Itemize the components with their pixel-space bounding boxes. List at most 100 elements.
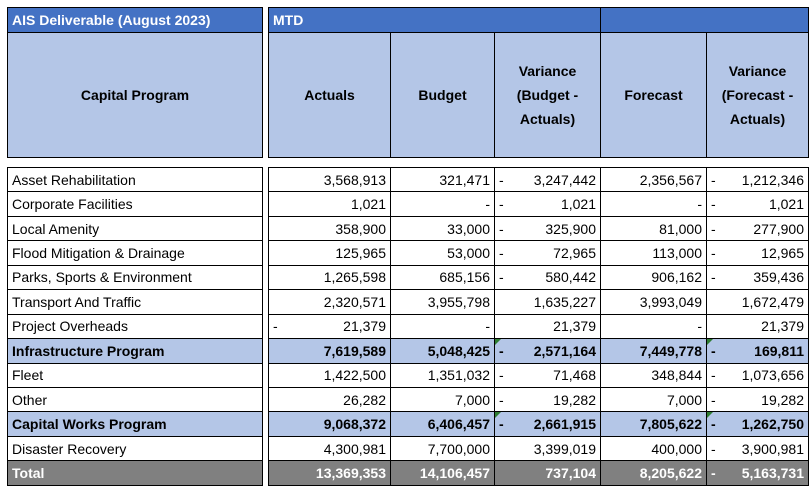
variance-forecast-cell-value: 277,900: [753, 220, 804, 237]
variance-forecast-cell: - 5,163,731: [706, 460, 809, 486]
table-row: Asset Rehabilitation 3,568,913 321,471-3,2…: [7, 166, 809, 193]
budget-cell: 1,351,032: [390, 362, 495, 388]
variance-budget-cell-value: 580,442: [545, 269, 596, 286]
variance-budget-cell-value: 72,965: [553, 245, 596, 262]
forecast-cell: 2,356,567: [600, 166, 707, 193]
budget-cell: -: [390, 313, 495, 340]
variance-budget-cell: - 580,442: [494, 264, 601, 291]
budget-cell: 3,955,798: [390, 289, 495, 315]
variance-budget-cell-value: 1,021: [560, 196, 596, 213]
budget-cell: 5,048,425: [390, 338, 495, 364]
budget-cell: 7,000: [390, 386, 495, 413]
variance-budget-cell-value: 19,282: [553, 391, 596, 408]
variance-forecast-cell: - 277,900: [706, 215, 809, 242]
variance-forecast-cell: 1,672,479: [706, 289, 809, 315]
negative-sign: -: [711, 171, 716, 188]
table-row: Flood Mitigation & Drainage 125,965 53,000…: [7, 240, 809, 266]
row-label: Corporate Facilities: [7, 191, 263, 217]
variance-forecast-cell-value: 12,965: [761, 245, 804, 262]
forecast-cell: 113,000: [600, 240, 707, 266]
budget-cell: 53,000: [390, 240, 495, 266]
variance-forecast-cell: - 1,021: [706, 191, 809, 217]
negative-sign: -: [499, 416, 504, 433]
variance-forecast-cell: - 19,282: [706, 386, 809, 413]
actuals-cell: 4,300,981: [268, 435, 391, 462]
report-title: AIS Deliverable (August 2023): [7, 7, 263, 33]
negative-sign: -: [499, 220, 504, 237]
actuals-cell: 13,369,353: [268, 460, 391, 486]
budget-cell: 321,471: [390, 166, 495, 193]
negative-sign: -: [711, 220, 716, 237]
col-capital-program: Capital Program: [7, 32, 263, 158]
forecast-cell: 906,162: [600, 264, 707, 291]
actuals-cell: 3,568,913: [268, 166, 391, 193]
negative-sign: -: [711, 391, 716, 408]
row-label: Infrastructure Program: [7, 338, 263, 364]
table-row: Other 26,282 7,000-19,282 7,000-19,282: [7, 386, 809, 413]
row-label: Asset Rehabilitation: [7, 166, 263, 193]
negative-sign: -: [499, 171, 504, 188]
variance-budget-cell: - 19,282: [494, 386, 601, 413]
variance-forecast-cell-value: 1,212,346: [741, 171, 804, 188]
negative-sign: -: [711, 342, 716, 359]
variance-forecast-cell: - 1,073,656: [706, 362, 809, 388]
negative-sign: -: [711, 464, 716, 481]
table-row: Total 13,369,353 14,106,457 737,104 8,205,62…: [7, 460, 809, 486]
data-table: Asset Rehabilitation 3,568,913 321,471-3,2…: [7, 166, 809, 486]
forecast-cell: -: [600, 191, 707, 217]
negative-sign: -: [711, 269, 716, 286]
negative-sign: -: [499, 342, 504, 359]
forecast-cell: 7,000: [600, 386, 707, 413]
variance-forecast-cell: - 169,811: [706, 338, 809, 364]
actuals-cell: 7,619,589: [268, 338, 391, 364]
negative-sign: -: [499, 269, 504, 286]
table-row: Corporate Facilities 1,021- -1,021- -1,021: [7, 191, 809, 217]
forecast-cell: 348,844: [600, 362, 707, 388]
variance-budget-cell: - 3,247,442: [494, 166, 601, 193]
row-label: Transport And Traffic: [7, 289, 263, 315]
budget-cell: 33,000: [390, 215, 495, 242]
actuals-cell: - 21,379: [268, 313, 391, 340]
variance-forecast-cell: - 1,262,750: [706, 411, 809, 437]
variance-forecast-cell: - 359,436: [706, 264, 809, 291]
variance-forecast-cell-value: 3,900,981: [741, 440, 804, 457]
table-row: Infrastructure Program 7,619,589 5,048,425…: [7, 338, 809, 364]
row-label: Other: [7, 386, 263, 413]
variance-budget-cell: - 325,900: [494, 215, 601, 242]
table-row: Capital Works Program 9,068,372 6,406,457-…: [7, 411, 809, 437]
row-label: Capital Works Program: [7, 411, 263, 437]
row-label: Flood Mitigation & Drainage: [7, 240, 263, 266]
variance-forecast-cell: - 1,212,346: [706, 166, 809, 193]
negative-sign: -: [711, 196, 716, 213]
actuals-cell: 358,900: [268, 215, 391, 242]
forecast-cell: 400,000: [600, 435, 707, 462]
variance-forecast-cell: - 12,965: [706, 240, 809, 266]
forecast-cell: 8,205,622: [600, 460, 707, 486]
negative-sign: -: [711, 416, 716, 433]
table-row: Disaster Recovery 4,300,981 7,700,000 3,399…: [7, 435, 809, 462]
variance-budget-cell: 21,379: [494, 313, 601, 340]
budget-cell: 685,156: [390, 264, 495, 291]
forecast-cell: 7,805,622: [600, 411, 707, 437]
forecast-cell: -: [600, 313, 707, 340]
negative-sign: -: [499, 367, 504, 384]
actuals-cell: 2,320,571: [268, 289, 391, 315]
variance-budget-cell: 1,635,227: [494, 289, 601, 315]
actuals-cell: 125,965: [268, 240, 391, 266]
budget-cell: 7,700,000: [390, 435, 495, 462]
negative-sign: -: [273, 318, 278, 335]
budget-cell: 6,406,457: [390, 411, 495, 437]
forecast-cell: 3,993,049: [600, 289, 707, 315]
variance-forecast-cell-value: 5,163,731: [741, 464, 804, 481]
variance-budget-cell: 737,104: [494, 460, 601, 486]
negative-sign: -: [499, 245, 504, 262]
variance-forecast-cell-value: 169,811: [754, 342, 804, 359]
table-row: Fleet 1,422,500 1,351,032-71,468 348,844-1,…: [7, 362, 809, 388]
variance-budget-cell-value: 71,468: [553, 367, 596, 384]
row-label: Local Amenity: [7, 215, 263, 242]
table-row: Project Overheads -21,379-21,379-21,379: [7, 313, 809, 340]
variance-budget-cell: - 71,468: [494, 362, 601, 388]
variance-forecast-cell: 21,379: [706, 313, 809, 340]
negative-sign: -: [711, 245, 716, 262]
table-row: Transport And Traffic 2,320,571 3,955,798 1…: [7, 289, 809, 315]
